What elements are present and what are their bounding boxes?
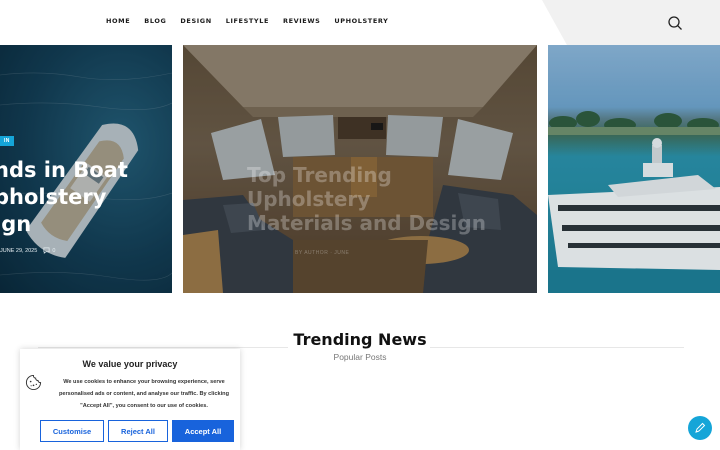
accept-all-button[interactable]: Accept All: [172, 420, 234, 442]
featured-slider: IN nds in Boat pholstery ign JUNE 29, 20…: [0, 45, 720, 293]
header-shade: [542, 0, 720, 45]
reject-all-button[interactable]: Reject All: [108, 420, 168, 442]
site-header: HOME BLOG DESIGN LIFESTYLE REVIEWS UPHOL…: [0, 0, 720, 45]
slide-superyacht[interactable]: [548, 45, 720, 293]
nav-item-upholstery[interactable]: UPHOLSTERY: [334, 17, 388, 25]
slide-title-line: pholstery: [0, 185, 107, 209]
customise-button[interactable]: Customise: [40, 420, 104, 442]
section-title: Trending News: [293, 330, 427, 349]
slide-title[interactable]: nds in Boat pholstery ign: [0, 157, 172, 238]
slide-title-line: ign: [0, 212, 32, 236]
category-tag[interactable]: IN: [0, 136, 14, 146]
slide-boat-aerial[interactable]: IN nds in Boat pholstery ign JUNE 29, 20…: [0, 45, 172, 293]
slide-title[interactable]: Top Trending Upholstery Materials and De…: [247, 163, 497, 235]
nav-item-reviews[interactable]: REVIEWS: [283, 17, 320, 25]
slide-title-line: Top Trending Upholstery: [247, 163, 392, 211]
comment-count-value: 0: [52, 247, 56, 254]
post-date: JUNE 29, 2025: [0, 247, 38, 254]
slide-cabin-interior[interactable]: Top Trending Upholstery Materials and De…: [183, 45, 537, 293]
page: HOME BLOG DESIGN LIFESTYLE REVIEWS UPHOL…: [0, 0, 720, 450]
cookie-consent-banner: We value your privacy We use cookies to …: [20, 349, 240, 450]
cookie-message: We use cookies to enhance your browsing …: [58, 379, 230, 409]
floating-action-button[interactable]: [688, 416, 712, 440]
superyacht-image: [548, 45, 720, 293]
main-nav: HOME BLOG DESIGN LIFESTYLE REVIEWS UPHOL…: [106, 17, 388, 25]
nav-item-home[interactable]: HOME: [106, 17, 130, 25]
nav-item-design[interactable]: DESIGN: [180, 17, 211, 25]
cookie-icon: [25, 374, 42, 391]
slide-meta: JUNE 29, 2025 0: [0, 247, 55, 254]
cookie-title: We value your privacy: [82, 359, 178, 369]
slide-title-line: Materials and Design: [247, 211, 486, 235]
slide-title-line: nds in Boat: [0, 158, 128, 182]
search-icon[interactable]: [667, 15, 683, 31]
slide-meta: BY AUTHOR · JUNE: [295, 250, 350, 256]
nav-item-blog[interactable]: BLOG: [144, 17, 166, 25]
nav-item-lifestyle[interactable]: LIFESTYLE: [226, 17, 269, 25]
comment-count[interactable]: 0: [43, 247, 55, 254]
comment-icon: [43, 247, 50, 254]
pen-icon: [695, 422, 706, 433]
